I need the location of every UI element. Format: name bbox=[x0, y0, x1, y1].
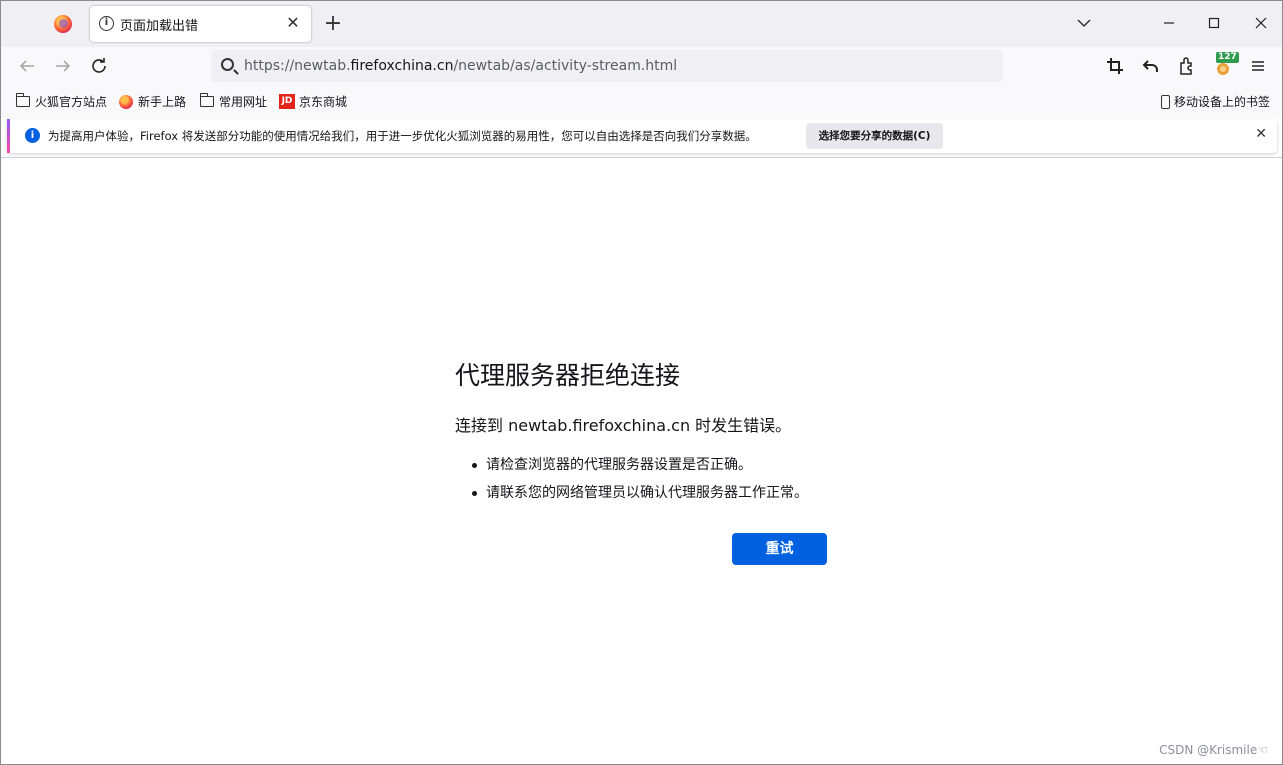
error-hints: 请检查浏览器的代理服务器设置是否正确。 请联系您的网络管理员以确认代理服务器工作… bbox=[471, 451, 808, 507]
tab-strip: i 页面加载出错 ✕ + bbox=[1, 1, 1282, 47]
extensions-icon[interactable] bbox=[1175, 54, 1199, 78]
info-icon: i bbox=[99, 16, 114, 31]
url-text[interactable]: https://newtab.firefoxchina.cn/newtab/as… bbox=[244, 58, 677, 74]
error-title: 代理服务器拒绝连接 bbox=[455, 361, 681, 390]
tab-close-icon[interactable]: ✕ bbox=[284, 13, 302, 33]
addon-badge: 127 bbox=[1216, 52, 1239, 63]
close-notification-icon[interactable]: ✕ bbox=[1255, 126, 1267, 142]
bookmark-label: 常用网址 bbox=[219, 95, 268, 109]
screenshot-crop-icon[interactable] bbox=[1103, 54, 1127, 78]
bookmark-label: 新手上路 bbox=[138, 95, 187, 109]
url-bar[interactable]: https://newtab.firefoxchina.cn/newtab/as… bbox=[211, 50, 1003, 82]
maximize-button[interactable] bbox=[1204, 13, 1224, 33]
mobile-bookmarks[interactable]: 移动设备上的书签 bbox=[1161, 93, 1270, 110]
notification-text: 为提高用户体验，Firefox 将发送部分功能的使用情况给我们，用于进一步优化火… bbox=[48, 129, 757, 143]
info-icon: i bbox=[25, 128, 40, 143]
new-tab-button[interactable]: + bbox=[321, 10, 345, 38]
close-window-button[interactable] bbox=[1251, 13, 1271, 33]
folder-icon bbox=[15, 93, 30, 107]
content-divider bbox=[1, 157, 1282, 158]
navigation-toolbar: https://newtab.firefoxchina.cn/newtab/as… bbox=[1, 47, 1282, 85]
undo-icon[interactable] bbox=[1139, 54, 1163, 78]
list-item: 请联系您的网络管理员以确认代理服务器工作正常。 bbox=[471, 479, 808, 507]
error-description: 连接到 newtab.firefoxchina.cn 时发生错误。 bbox=[455, 416, 792, 435]
bookmark-label: 京东商城 bbox=[299, 95, 348, 109]
tab-active[interactable]: i 页面加载出错 ✕ bbox=[90, 6, 311, 42]
search-icon bbox=[221, 58, 234, 71]
retry-button[interactable]: 重试 bbox=[732, 533, 827, 565]
phone-icon bbox=[1161, 94, 1170, 109]
reload-button[interactable] bbox=[87, 54, 111, 78]
jd-icon: JD bbox=[279, 94, 295, 109]
browser-window: i 页面加载出错 ✕ + https://newtab.firefoxchina… bbox=[0, 0, 1283, 765]
firefox-icon bbox=[119, 94, 133, 109]
bookmark-item[interactable]: JD 京东商城 bbox=[279, 93, 347, 110]
telemetry-notification: i 为提高用户体验，Firefox 将发送部分功能的使用情况给我们，用于进一步优… bbox=[7, 119, 1277, 153]
bookmark-item[interactable]: 新手上路 bbox=[119, 93, 186, 110]
firefox-view-icon[interactable] bbox=[54, 15, 72, 33]
choose-data-button[interactable]: 选择您要分享的数据(C) bbox=[806, 123, 943, 149]
forward-button[interactable] bbox=[51, 54, 75, 78]
bookmark-label: 火狐官方站点 bbox=[35, 95, 108, 109]
list-all-tabs-icon[interactable] bbox=[1074, 13, 1094, 33]
bookmark-item[interactable]: 常用网址 bbox=[199, 93, 268, 110]
bookmarks-toolbar: 火狐官方站点 新手上路 常用网址 JD 京东商城 移动设备上的书签 bbox=[1, 85, 1282, 117]
watermark: CSDN @Krismile☜ bbox=[1159, 743, 1268, 757]
menu-icon[interactable] bbox=[1246, 54, 1270, 78]
bookmark-item[interactable]: 火狐官方站点 bbox=[15, 93, 108, 110]
tab-title: 页面加载出错 bbox=[120, 19, 199, 34]
mobile-bookmarks-label: 移动设备上的书签 bbox=[1174, 95, 1271, 109]
minimize-button[interactable] bbox=[1159, 13, 1179, 33]
list-item: 请检查浏览器的代理服务器设置是否正确。 bbox=[471, 451, 808, 479]
back-button[interactable] bbox=[15, 54, 39, 78]
folder-icon bbox=[199, 93, 214, 107]
